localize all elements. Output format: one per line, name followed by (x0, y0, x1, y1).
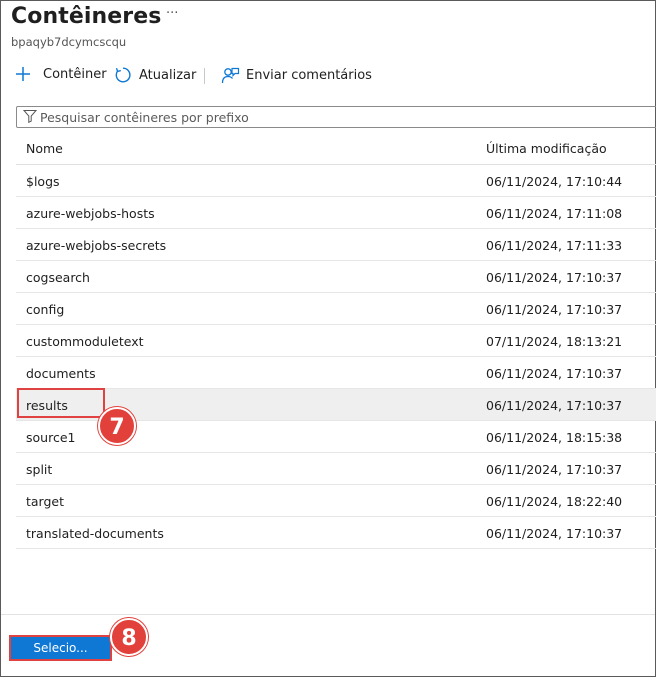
container-name[interactable]: $logs (26, 174, 60, 189)
container-name[interactable]: azure-webjobs-hosts (26, 206, 155, 221)
column-header-last-modified[interactable]: Última modificação (486, 141, 607, 156)
container-name[interactable]: documents (26, 366, 96, 381)
select-button[interactable]: Selecio... (9, 635, 112, 661)
last-modified-value: 06/11/2024, 17:10:37 (486, 270, 623, 285)
container-name[interactable]: results (26, 398, 68, 413)
add-container-label: Contêiner (43, 66, 107, 82)
more-options-button[interactable]: ··· (166, 6, 178, 21)
toolbar-divider (204, 68, 205, 84)
container-name[interactable]: azure-webjobs-secrets (26, 238, 166, 253)
step-7-badge: 7 (98, 407, 136, 445)
containers-table: Nome Última modificação $logs 06/11/2024,… (16, 132, 656, 549)
last-modified-value: 06/11/2024, 18:15:38 (486, 430, 623, 445)
container-name[interactable]: cogsearch (26, 270, 90, 285)
last-modified-value: 07/11/2024, 18:13:21 (486, 334, 623, 349)
container-name[interactable]: target (26, 494, 64, 509)
last-modified-value: 06/11/2024, 17:11:08 (486, 206, 623, 221)
table-row[interactable]: config 06/11/2024, 17:10:37 (16, 293, 656, 325)
plus-icon (15, 66, 31, 82)
container-name[interactable]: translated-documents (26, 526, 164, 541)
last-modified-value: 06/11/2024, 17:10:44 (486, 174, 623, 189)
send-feedback-label: Enviar comentários (246, 68, 372, 83)
table-row[interactable]: cogsearch 06/11/2024, 17:10:37 (16, 261, 656, 293)
refresh-icon (114, 66, 132, 84)
container-name[interactable]: source1 (26, 430, 75, 445)
table-row[interactable]: azure-webjobs-hosts 06/11/2024, 17:11:08 (16, 197, 656, 229)
last-modified-value: 06/11/2024, 17:10:37 (486, 366, 623, 381)
last-modified-value: 06/11/2024, 18:22:40 (486, 494, 623, 509)
container-name[interactable]: config (26, 302, 64, 317)
table-row[interactable]: translated-documents 06/11/2024, 17:10:37 (16, 517, 656, 549)
table-row[interactable]: $logs 06/11/2024, 17:10:44 (16, 165, 656, 197)
container-name[interactable]: split (26, 462, 52, 477)
table-header: Nome Última modificação (16, 132, 656, 165)
column-header-name[interactable]: Nome (26, 141, 63, 156)
send-feedback-button[interactable]: Enviar comentários (221, 66, 372, 85)
last-modified-value: 06/11/2024, 17:10:37 (486, 462, 623, 477)
refresh-button[interactable]: Atualizar (114, 66, 196, 84)
last-modified-value: 06/11/2024, 17:10:37 (486, 302, 623, 317)
storage-account-name: bpaqyb7dcymcscqu (11, 35, 127, 49)
search-input[interactable] (40, 109, 640, 125)
last-modified-value: 06/11/2024, 17:10:37 (486, 398, 623, 413)
last-modified-value: 06/11/2024, 17:11:33 (486, 238, 623, 253)
feedback-person-icon (221, 66, 240, 85)
step-8-badge: 8 (110, 618, 148, 656)
footer-divider (1, 614, 655, 615)
table-row[interactable]: custommoduletext 07/11/2024, 18:13:21 (16, 325, 656, 357)
table-row[interactable]: documents 06/11/2024, 17:10:37 (16, 357, 656, 389)
last-modified-value: 06/11/2024, 17:10:37 (486, 526, 623, 541)
table-row[interactable]: split 06/11/2024, 17:10:37 (16, 453, 656, 485)
add-container-button[interactable]: Contêiner (15, 66, 107, 82)
container-name[interactable]: custommoduletext (26, 334, 144, 349)
filter-icon (17, 108, 38, 127)
refresh-label: Atualizar (139, 67, 197, 83)
table-row[interactable]: azure-webjobs-secrets 06/11/2024, 17:11:3… (16, 229, 656, 261)
page-title: Contêineres (11, 4, 162, 29)
search-box[interactable] (16, 106, 656, 128)
table-row[interactable]: target 06/11/2024, 18:22:40 (16, 485, 656, 517)
